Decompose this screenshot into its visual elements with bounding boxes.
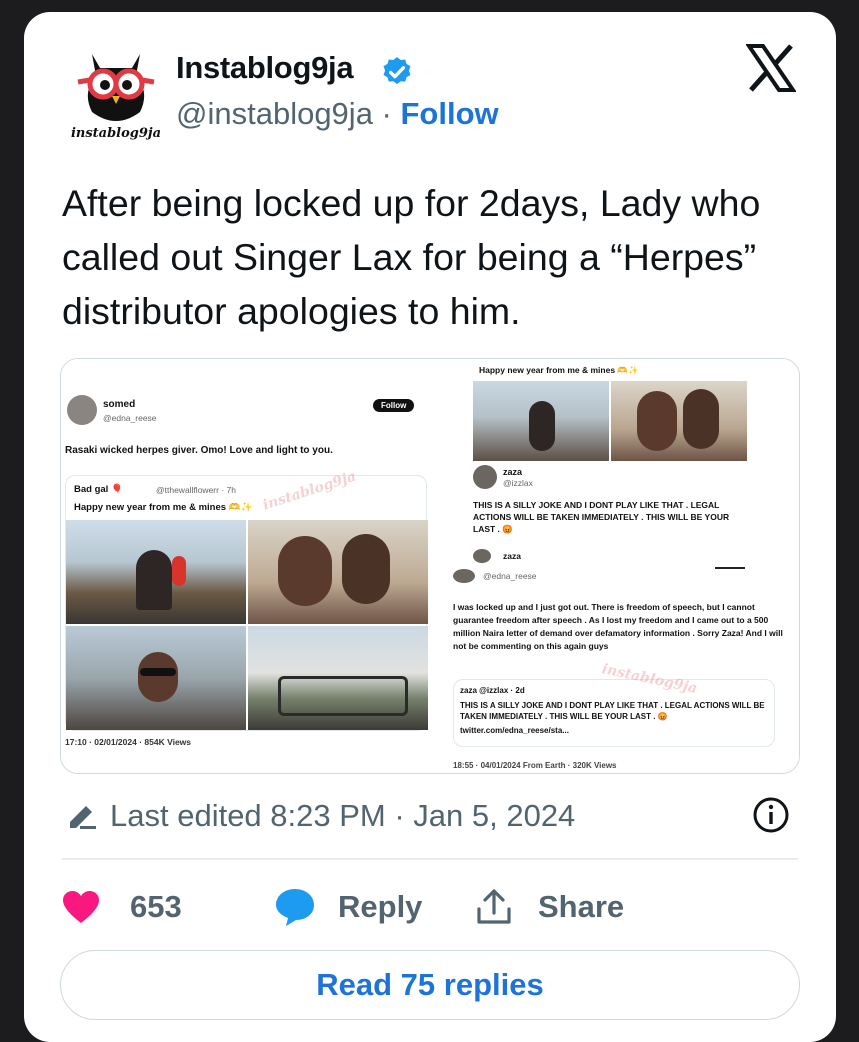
apology-quote-text: THIS IS A SILLY JOKE AND I DONT PLAY LIK… <box>460 701 765 721</box>
photo-buggy <box>66 520 246 624</box>
media-image-right[interactable]: Happy new year from me & mines 🫶✨ zaza @… <box>433 359 799 773</box>
action-bar: 653 Reply Share <box>62 882 802 932</box>
handle-separator: · <box>372 96 401 131</box>
pencil-icon <box>70 806 96 829</box>
share-label: Share <box>538 889 625 924</box>
apology-screenshot: @edna_reese I was locked up and I just g… <box>451 565 799 773</box>
quoted-text: Happy new year from me & mines 🫶✨ <box>74 502 253 513</box>
photo-beach-buggy <box>248 626 428 730</box>
reply-button[interactable]: Reply <box>274 882 422 932</box>
tweet-text: After being locked up for 2days, Lady wh… <box>62 182 761 332</box>
likes-count: 653 <box>130 889 182 924</box>
follow-link[interactable]: Follow <box>401 96 499 131</box>
reply-label: Reply <box>338 889 423 924</box>
divider <box>62 858 798 860</box>
share-icon <box>477 889 511 924</box>
reply-bubble-icon <box>276 889 314 926</box>
embedded-quoted-tweet: Bad gal 🎈 @tthewallflowerr · 7h Happy ne… <box>65 475 428 731</box>
author-name[interactable]: Instablog9ja <box>176 50 354 86</box>
photo-sunglasses <box>66 626 246 730</box>
reply2-user-name: zaza <box>503 551 521 561</box>
verified-badge-icon <box>383 57 411 85</box>
handle-row: @instablog9ja · Follow <box>176 96 499 132</box>
apology-quote-header: zaza @izzlax · 2d <box>460 686 525 695</box>
reply-user-handle: @izzlax <box>503 478 533 488</box>
heart-icon <box>63 891 99 923</box>
photo-couple-small <box>611 381 747 461</box>
last-edited-text[interactable]: Last edited 8:23 PM · Jan 5, 2024 <box>110 798 575 834</box>
embedded-user-handle: @edna_reese <box>103 413 157 423</box>
last-edited-row: Last edited 8:23 PM · Jan 5, 2024 <box>62 796 802 836</box>
embedded-user-name: somed <box>103 399 136 410</box>
embedded-post-text: Rasaki wicked herpes giver. Omo! Love an… <box>65 445 333 456</box>
read-replies-button[interactable]: Read 75 replies <box>60 950 800 1020</box>
reply-avatar <box>473 465 497 489</box>
author-handle[interactable]: @instablog9ja <box>176 96 373 131</box>
apology-quoted-tweet: zaza @izzlax · 2d THIS IS A SILLY JOKE A… <box>453 679 775 747</box>
info-icon[interactable] <box>752 796 790 834</box>
quoted-user-handle: @tthewallflowerr · 7h <box>156 485 236 495</box>
apology-quote-link: twitter.com/edna_reese/sta... <box>460 726 569 735</box>
avatar-wordmark: instablog9ja <box>70 126 162 141</box>
apology-text: I was locked up and I just got out. Ther… <box>453 602 783 651</box>
reply2-avatar <box>473 549 491 563</box>
embedded-timestamp: 17:10 · 02/01/2024 · 854K Views <box>65 737 192 747</box>
quoted-user-name: Bad gal 🎈 <box>74 484 123 495</box>
apology-handle: @edna_reese <box>483 571 537 581</box>
tweet-media[interactable]: somed @edna_reese Follow Rasaki wicked h… <box>60 358 800 774</box>
owl-avatar-icon[interactable]: instablog9ja <box>70 46 162 146</box>
embedded-follow-button: Follow <box>373 399 415 412</box>
tweet-card: instablog9ja Instablog9ja @instablog9ja … <box>24 12 836 1042</box>
reply-text: THIS IS A SILLY JOKE AND I DONT PLAY LIK… <box>473 500 730 534</box>
media-image-left[interactable]: somed @edna_reese Follow Rasaki wicked h… <box>61 359 433 773</box>
embedded-top-text: Happy new year from me & mines 🫶✨ <box>479 365 639 375</box>
share-button[interactable]: Share <box>476 882 624 932</box>
photo-buggy-small <box>473 381 609 461</box>
embedded-avatar <box>67 395 97 425</box>
reply-user-name: zaza <box>503 467 523 477</box>
photo-couple <box>248 520 428 624</box>
like-button[interactable]: 653 <box>62 882 182 932</box>
x-logo-icon[interactable] <box>746 44 796 92</box>
apology-timestamp: 18:55 · 04/01/2024 From Earth · 320K Vie… <box>453 761 617 770</box>
